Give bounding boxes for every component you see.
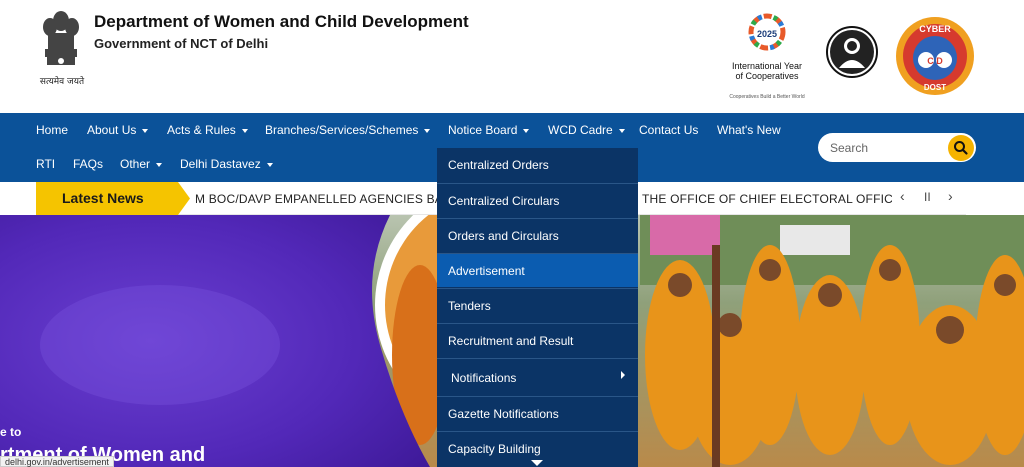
chevron-down-icon — [266, 162, 273, 167]
dropdown-item-advertisement[interactable]: Advertisement — [437, 253, 638, 287]
chevron-down-icon[interactable] — [531, 460, 543, 466]
nav-whats-new[interactable]: What's New — [717, 123, 781, 137]
dropdown-item-centralized-orders[interactable]: Centralized Orders — [437, 148, 638, 182]
svg-text:CYBER: CYBER — [919, 24, 951, 34]
dropdown-item-centralized-circulars[interactable]: Centralized Circulars — [437, 183, 638, 217]
nav-delhi-dastavez[interactable]: Delhi Dastavez — [180, 157, 273, 171]
chevron-right-icon — [621, 371, 625, 379]
nav-notice-board[interactable]: Notice Board — [448, 123, 530, 137]
news-ticker-item[interactable]: THE OFFICE OF CHIEF ELECTORAL OFFICER (C… — [642, 192, 892, 206]
nav-acts-rules[interactable]: Acts & Rules — [167, 123, 248, 137]
chevron-down-icon — [618, 128, 625, 133]
svg-text:C D: C D — [927, 56, 943, 66]
search-icon — [954, 141, 968, 155]
page: सत्यमेव जयते Department of Women and Chi… — [0, 0, 1024, 467]
dropdown-item-recruitment-and-result[interactable]: Recruitment and Result — [437, 323, 638, 357]
nav-about-us[interactable]: About Us — [87, 123, 149, 137]
search-button[interactable] — [948, 135, 974, 161]
news-next-button[interactable]: › — [948, 188, 953, 204]
iyc-title: International Year of Cooperatives — [731, 61, 803, 81]
svg-text:2025: 2025 — [757, 29, 777, 39]
iyc-tagline: Cooperatives Build a Better World — [729, 94, 805, 100]
nav-wcd-cadre[interactable]: WCD Cadre — [548, 123, 625, 137]
nav-other[interactable]: Other — [120, 157, 163, 171]
chevron-down-icon — [523, 128, 530, 133]
chevron-down-icon — [156, 162, 163, 167]
dropdown-item-orders-and-circulars[interactable]: Orders and Circulars — [437, 218, 638, 252]
latest-news-label: Latest News — [62, 190, 144, 206]
news-ticker-item[interactable]: M BOC/DAVP EMPANELLED AGENCIES BASED — [195, 192, 468, 206]
emblem-caption: सत्यमेव जयते — [39, 77, 85, 87]
iyc-logo: 2025 International Year of Cooperatives … — [726, 8, 808, 100]
dropdown-item-gazette-notifications[interactable]: Gazette Notifications — [437, 396, 638, 430]
girl-child-logo-icon[interactable] — [823, 26, 881, 78]
nav-branches-services-schemes[interactable]: Branches/Services/Schemes — [265, 123, 431, 137]
nav-home[interactable]: Home — [36, 123, 68, 137]
cyber-dost-logo-icon[interactable]: CYBER C D DOST — [895, 16, 975, 96]
banner-welcome-text: e to — [0, 425, 22, 439]
national-emblem-icon — [43, 11, 79, 65]
nav-rti[interactable]: RTI — [36, 157, 55, 171]
dropdown-item-tenders[interactable]: Tenders — [437, 288, 638, 322]
chevron-down-icon — [424, 128, 431, 133]
nav-contact-us[interactable]: Contact Us — [639, 123, 698, 137]
search-input[interactable] — [830, 139, 950, 156]
nav-faqs[interactable]: FAQs — [73, 157, 103, 171]
svg-text:DOST: DOST — [924, 83, 946, 92]
status-bar-url: delhi.gov.in/advertisement — [0, 456, 114, 467]
site-title[interactable]: Department of Women and Child Developmen… — [94, 12, 469, 32]
iyc-ring-icon: 2025 — [748, 13, 786, 51]
dropdown-item-notifications[interactable]: Notifications — [437, 358, 638, 396]
news-prev-button[interactable]: ‹ — [900, 188, 905, 204]
site-subtitle: Government of NCT of Delhi — [94, 36, 269, 51]
news-pause-button[interactable]: II — [924, 190, 931, 204]
chevron-down-icon — [142, 128, 149, 133]
chevron-down-icon — [241, 128, 248, 133]
